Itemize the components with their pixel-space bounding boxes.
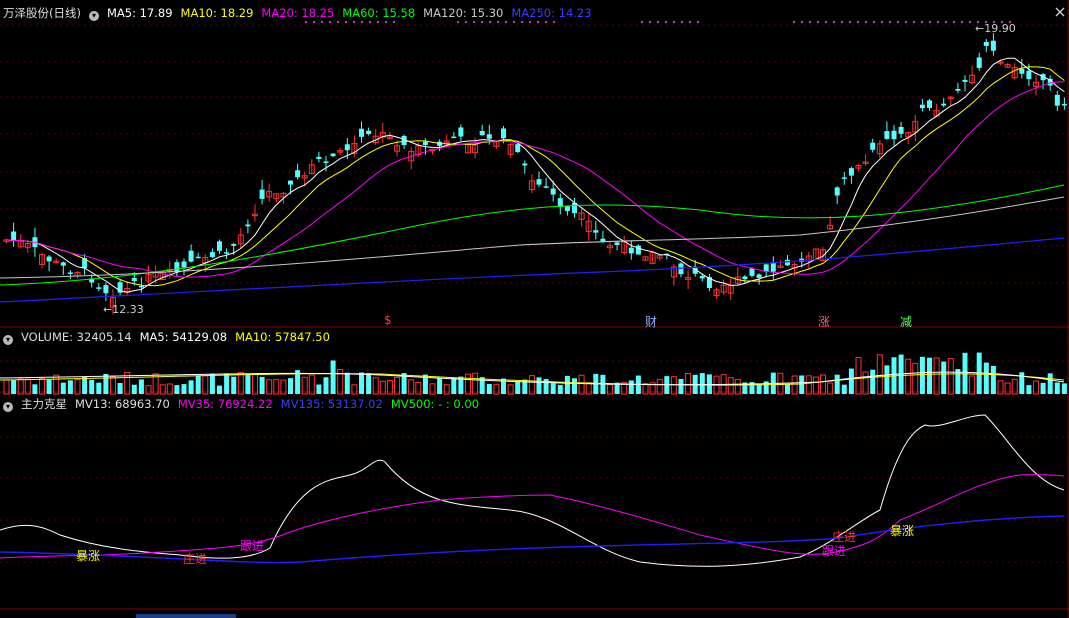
annotation-surge-2: 暴涨: [890, 524, 915, 538]
ma60-readout: MA60: 15.58: [342, 6, 416, 20]
main-panel-header: 万泽股份(日线) ▾ MA5: 17.89 MA10: 18.29 MA20: 18.2…: [3, 5, 600, 21]
settings-circle-icon[interactable]: ▾: [3, 335, 13, 345]
ma5-readout: MA5: 17.89: [106, 6, 173, 20]
ma250-readout: MA250: 14.23: [511, 6, 592, 20]
ma20-readout: MA20: 18.25: [261, 6, 335, 20]
volume-panel-header: ▾ VOLUME: 32405.14 MA5: 54129.08 MA10: 5784…: [3, 329, 338, 345]
high-price-label: ←19.90: [975, 22, 1016, 35]
volume-ma10-readout: MA10: 57847.50: [235, 330, 330, 344]
low-price-label: ←12.33: [103, 303, 144, 316]
indicator-panel-header: ▾ 主力克星 MV13: 68963.70 MV35: 76924.22 MV135: …: [3, 396, 487, 412]
settings-circle-icon[interactable]: ▾: [88, 11, 99, 21]
stock-title: 万泽股份(日线): [3, 6, 81, 20]
indicator-title: 主力克星: [21, 397, 67, 411]
mv35-readout: MV35: 76924.22: [177, 397, 273, 411]
ma120-readout: MA120: 15.30: [423, 6, 504, 20]
event-marker-rise[interactable]: 涨: [818, 313, 830, 330]
event-marker-finance[interactable]: 财: [645, 313, 657, 330]
event-marker-reduce[interactable]: 减: [900, 313, 912, 330]
mv500-readout: MV500: - : 0.00: [390, 397, 480, 411]
annotation-follow-1: 跟进: [240, 539, 265, 553]
ma10-readout: MA10: 18.29: [180, 6, 254, 20]
mv135-readout: MV135: 53137.02: [280, 397, 383, 411]
volume-readout: VOLUME: 32405.14: [21, 330, 132, 344]
annotation-surge-1: 暴涨: [76, 549, 101, 563]
annotation-dealer-in-1: 庄进: [183, 552, 208, 566]
close-icon[interactable]: [1055, 7, 1065, 17]
mv13-readout: MV13: 68963.70: [75, 397, 170, 411]
annotation-follow-2: 跟进: [822, 544, 847, 558]
volume-ma5-readout: MA5: 54129.08: [139, 330, 228, 344]
event-marker-dollar[interactable]: $: [384, 313, 392, 327]
settings-circle-icon[interactable]: ▾: [3, 402, 13, 412]
